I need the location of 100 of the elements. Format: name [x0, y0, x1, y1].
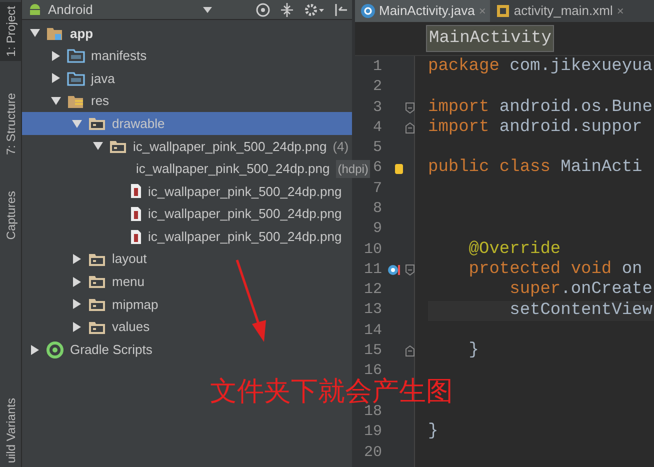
folder-icon	[88, 296, 106, 312]
image-file-icon	[130, 228, 142, 245]
tree-item-label: ic_wallpaper_pink_500_24dp.png	[148, 205, 342, 224]
expanded-arrow-icon[interactable]	[51, 96, 61, 106]
line-number: 16	[364, 361, 382, 380]
line-number: 11	[362, 260, 382, 280]
code-line: @Override	[468, 240, 562, 260]
layout-file-icon	[496, 4, 510, 18]
editor-tab[interactable]: MainActivity.java ×	[355, 0, 490, 22]
dropdown-caret-icon[interactable]	[202, 6, 212, 12]
image-file-icon	[130, 183, 142, 200]
tool-window-tab[interactable]: uild Variants	[0, 394, 21, 467]
code-line: protected void on	[468, 260, 644, 280]
tree-item-label: ic_wallpaper_pink_500_24dp.png	[133, 138, 327, 156]
line-number: 10	[362, 240, 382, 260]
tree-item[interactable]: Gradle Scripts	[22, 338, 352, 361]
tree-item[interactable]: manifests	[22, 44, 352, 68]
code-line: super.onCreate	[508, 280, 654, 301]
line-number: 5	[372, 138, 382, 158]
tree-item-label: manifests	[91, 47, 147, 66]
tree-item-label: ic_wallpaper_pink_500_24dp.png	[136, 160, 330, 178]
line-number: 15	[362, 341, 382, 362]
folder-icon	[88, 274, 106, 290]
line-number: 9	[372, 219, 382, 240]
tree-item-label: res	[91, 92, 110, 110]
expanded-arrow-icon[interactable]	[93, 141, 103, 152]
tool-window-tab[interactable]: 1: Project	[0, 2, 21, 61]
hide-panel-icon[interactable]	[334, 2, 348, 16]
tree-item-label: java	[91, 70, 115, 88]
tree-item[interactable]: ic_wallpaper_pink_500_24dp.png	[22, 180, 352, 203]
line-number: 19	[362, 422, 382, 442]
collapsed-arrow-icon[interactable]	[72, 299, 82, 310]
expanded-arrow-icon[interactable]	[30, 28, 40, 38]
tree-item[interactable]: ic_wallpaper_pink_500_24dp.png	[22, 202, 352, 226]
folder-icon	[109, 138, 127, 154]
tree-item-label: Gradle Scripts	[70, 340, 152, 359]
collapsed-arrow-icon[interactable]	[51, 50, 61, 61]
fold-end-icon[interactable]	[405, 345, 415, 358]
fold-start-icon[interactable]	[405, 264, 415, 276]
collapsed-arrow-icon[interactable]	[72, 276, 82, 287]
tree-item-label: app	[70, 24, 94, 43]
view-selector[interactable]: Android	[48, 0, 93, 20]
image-file-icon	[130, 206, 142, 222]
tree-item[interactable]: ic_wallpaper_pink_500_24dp.png (4)	[22, 134, 352, 158]
tree-item-label: menu	[112, 273, 145, 292]
collapsed-arrow-icon[interactable]	[72, 322, 82, 332]
line-number: 2	[372, 77, 382, 98]
settings-icon[interactable]	[304, 2, 324, 16]
code-line: public class MainActi	[428, 158, 644, 179]
line-number: 3	[372, 98, 382, 118]
tree-item[interactable]: app	[22, 22, 352, 45]
folder-icon	[67, 48, 85, 64]
folder-icon	[67, 70, 85, 86]
tree-item[interactable]: ic_wallpaper_pink_500_24dp.png	[22, 225, 352, 248]
line-number: 20	[362, 442, 382, 463]
gradle-icon	[46, 340, 64, 359]
line-number: 14	[362, 320, 382, 341]
override-icon[interactable]	[387, 263, 401, 278]
resource-folder-icon	[67, 94, 85, 109]
folder-icon	[88, 116, 106, 132]
breadcrumb[interactable]: MainActivity	[426, 24, 554, 52]
module-folder-icon	[46, 26, 64, 41]
tree-item[interactable]: res	[22, 90, 352, 112]
tree-item[interactable]: layout	[22, 248, 352, 271]
line-number: 18	[364, 402, 382, 422]
code-line: import android.suppor	[428, 118, 644, 138]
tree-item[interactable]: values	[22, 316, 352, 338]
collapsed-arrow-icon[interactable]	[72, 254, 82, 264]
line-number: 7	[372, 178, 382, 199]
code-line: package com.jikexueyua	[428, 57, 654, 78]
tree-item[interactable]: mipmap	[22, 293, 352, 316]
target-icon[interactable]	[256, 2, 270, 16]
annotation-text: 文件夹下就会产生图	[210, 377, 453, 405]
tab-label: activity_main.xml	[514, 2, 613, 20]
tree-item-label: values	[112, 318, 150, 336]
class-icon	[361, 4, 375, 18]
tree-item[interactable]: java	[22, 67, 352, 90]
line-number: 1	[372, 56, 382, 77]
tree-item[interactable]: menu	[22, 270, 352, 294]
collapsed-arrow-icon[interactable]	[51, 73, 61, 84]
tree-item-label: ic_wallpaper_pink_500_24dp.png	[148, 182, 342, 201]
fold-start-icon[interactable]	[405, 102, 415, 114]
item-count: (4)	[332, 138, 349, 156]
expanded-arrow-icon[interactable]	[72, 118, 82, 129]
fold-end-icon[interactable]	[405, 122, 415, 134]
tab-label: MainActivity.java	[379, 2, 475, 20]
tree-item-label: drawable	[112, 114, 165, 133]
tool-window-tab[interactable]: Captures	[0, 186, 21, 244]
folder-icon	[88, 320, 106, 335]
code-line: }	[468, 341, 480, 362]
tooltip: (hdpi)	[336, 160, 370, 178]
tool-window-tab[interactable]: 7: Structure	[0, 88, 21, 159]
line-number: 12	[362, 280, 382, 300]
folder-icon	[88, 252, 106, 267]
collapse-icon[interactable]	[280, 2, 294, 16]
collapsed-arrow-icon[interactable]	[30, 344, 40, 355]
tree-item-label: layout	[112, 250, 147, 268]
line-number: 8	[372, 198, 382, 219]
tree-item-label: mipmap	[112, 296, 158, 314]
editor-tab[interactable]: activity_main.xml ×	[490, 0, 628, 22]
